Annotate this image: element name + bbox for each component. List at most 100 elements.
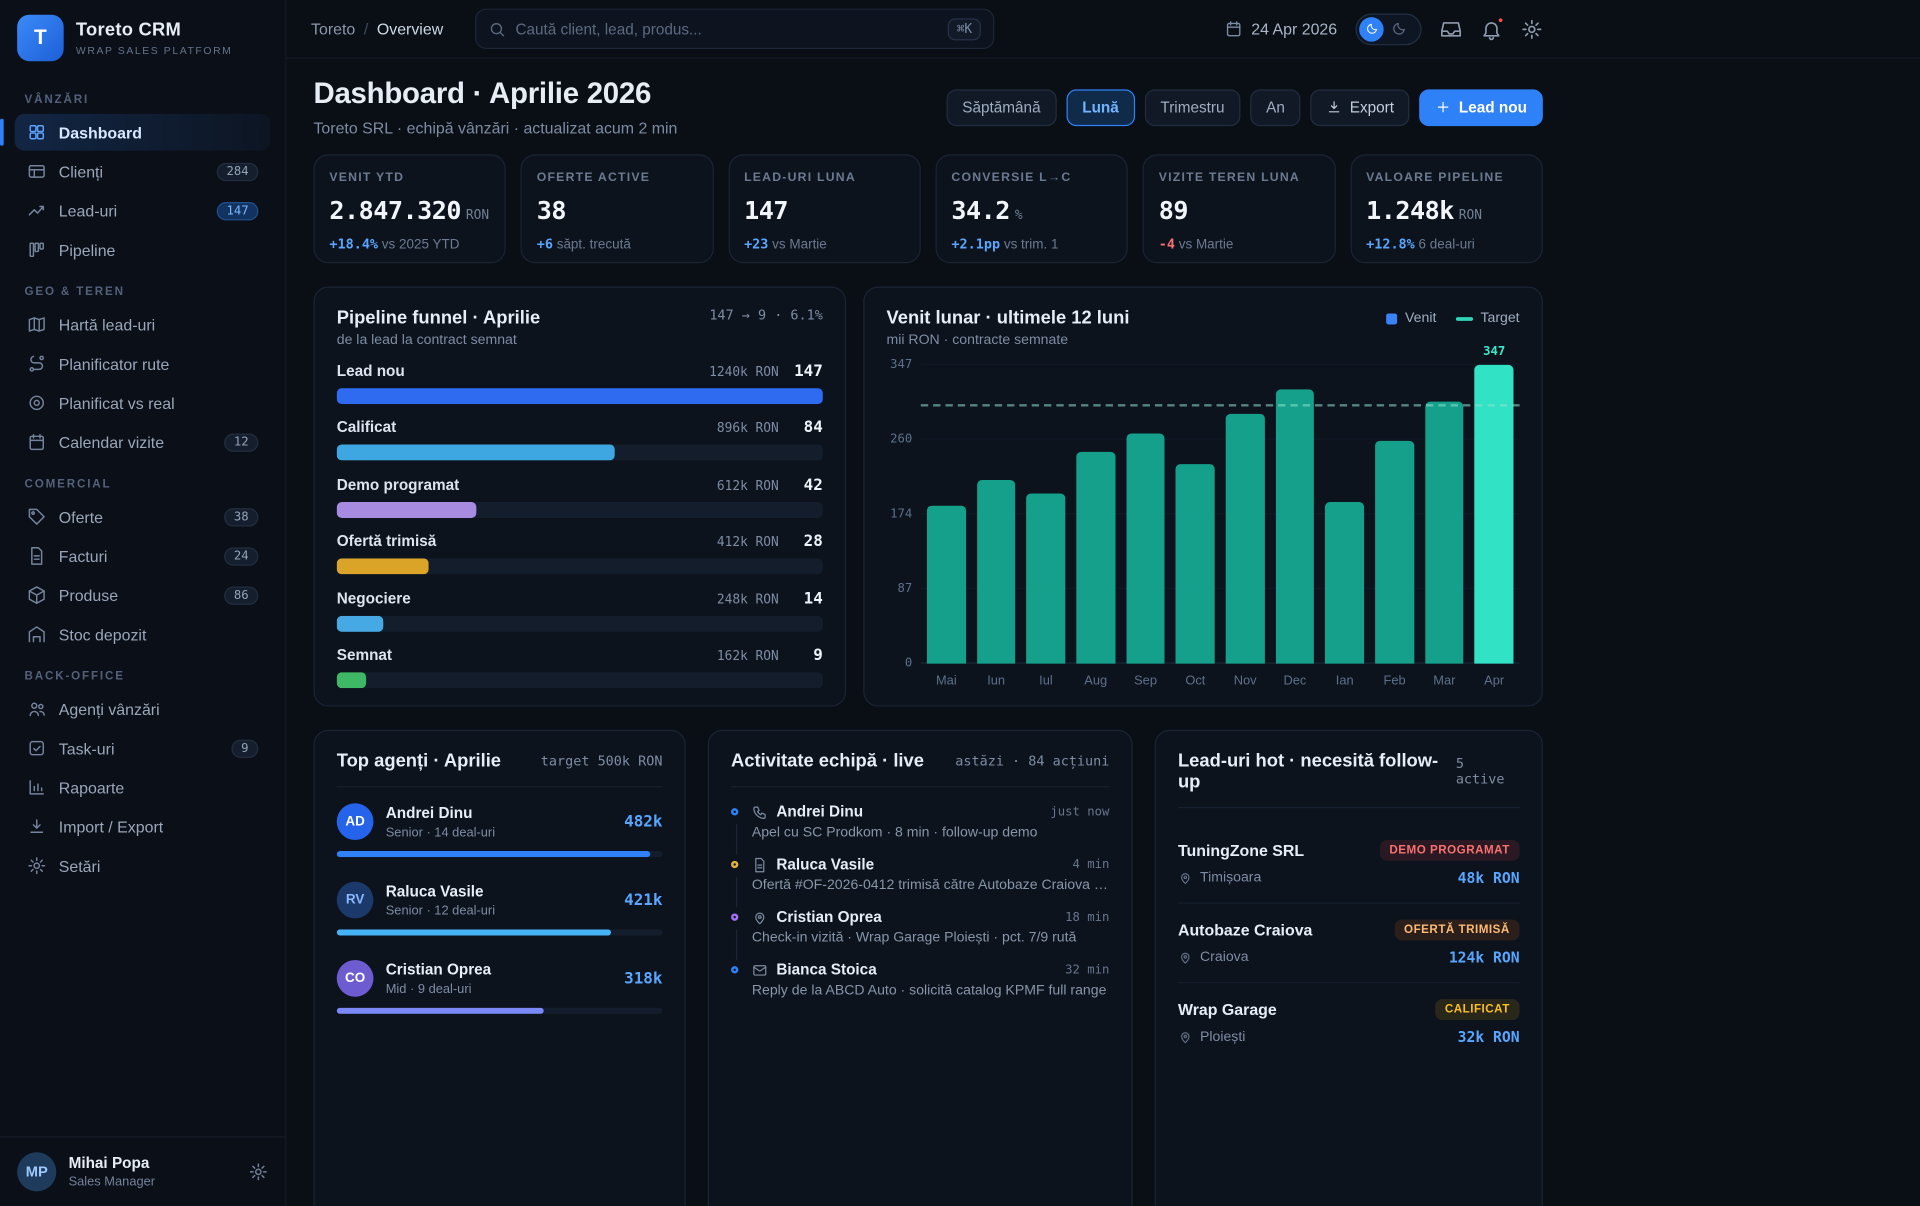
sidebar-item-label: Planificator rute — [59, 354, 170, 372]
sidebar: T Toreto CRM WRAP SALES PLATFORM VÂNZĂRI… — [0, 0, 287, 1206]
chart-body: 087174260347 347 — [887, 365, 1520, 664]
sidebar-item-set-ri[interactable]: Setări — [15, 847, 271, 884]
kpi-label: VENIT YTD — [329, 171, 490, 184]
stage-label: Demo programat — [337, 476, 459, 493]
user-card[interactable]: MP Mihai Popa Sales Manager — [0, 1136, 285, 1206]
bar-feb — [1375, 441, 1414, 664]
agent-meta: Senior · 14 deal-uri — [386, 825, 495, 840]
sidebar-badge: 38 — [224, 508, 258, 526]
revenue-chart-card: Venit lunar · ultimele 12 luni mii RON ·… — [863, 287, 1543, 707]
phone-icon — [752, 804, 768, 820]
kpi-card-lead-uri-luna: LEAD-URI LUNA147+23 vs Martie — [728, 154, 921, 263]
lead-name: Wrap Garage — [1178, 1000, 1277, 1018]
sidebar-item-hart-lead-uri[interactable]: Hartă lead-uri — [15, 306, 271, 343]
stage-label: Ofertă trimisă — [337, 533, 437, 550]
download-icon — [27, 817, 47, 837]
new-lead-button[interactable]: Lead nou — [1420, 89, 1543, 126]
period-tab-an[interactable]: An — [1250, 89, 1301, 126]
lead-row-wrap-garage[interactable]: Wrap GarageCALIFICATPloiești32k RON — [1178, 983, 1520, 1061]
user-role: Sales Manager — [69, 1174, 155, 1189]
y-tick: 260 — [890, 433, 912, 446]
kpi-delta: +2.1pp — [951, 236, 1000, 252]
sidebar-item-dashboard[interactable]: Dashboard — [15, 114, 271, 151]
agent-value: 482k — [624, 812, 662, 830]
sidebar-item-label: Import / Export — [59, 817, 163, 835]
activity-item-raluca-vasile[interactable]: Raluca Vasile4 minOfertă #OF-2026-0412 t… — [731, 856, 1109, 909]
activity-item-cristian-oprea[interactable]: Cristian Oprea18 minCheck-in vizită · Wr… — [731, 909, 1109, 962]
topbar-inner: Toreto / Overview ⌘K 24 Apr 2026 — [311, 9, 1543, 49]
sidebar-item-agen-i-v-nz-ri[interactable]: Agenți vânzări — [15, 691, 271, 728]
sidebar-item-oferte[interactable]: Oferte 38 — [15, 498, 271, 535]
y-tick: 174 — [890, 507, 912, 520]
stage-bar-fill — [337, 502, 476, 518]
sidebar-item-facturi[interactable]: Facturi24 — [15, 538, 271, 575]
lead-row-autobaze-craiova[interactable]: Autobaze CraiovaOFERTĂ TRIMISĂCraiova124… — [1178, 904, 1520, 984]
search-input[interactable] — [515, 20, 938, 37]
sidebar-item-import-export[interactable]: Import / Export — [15, 808, 271, 845]
tag-icon — [27, 507, 47, 527]
breadcrumb-root[interactable]: Toreto — [311, 20, 355, 38]
sidebar-item-label: Pipeline — [59, 241, 116, 259]
agent-row-cristian-oprea[interactable]: COCristian OpreaMid · 9 deal-uri318k — [337, 960, 663, 1014]
kpi-card-conversie-l-c: CONVERSIE L→C34.2%+2.1pp vs trim. 1 — [935, 154, 1128, 263]
sidebar-item-produse[interactable]: Produse86 — [15, 577, 271, 614]
bar-sep — [1126, 433, 1165, 664]
kpi-value: 147 — [744, 196, 788, 225]
sidebar-badge: 9 — [231, 739, 258, 757]
sidebar-item-planificat-vs-real[interactable]: Planificat vs real — [15, 384, 271, 421]
search-bar[interactable]: ⌘K — [475, 9, 994, 49]
kpi-unit: % — [1015, 208, 1023, 223]
sidebar-item-rapoarte[interactable]: Rapoarte — [15, 769, 271, 806]
bar-mai — [927, 506, 966, 664]
agent-row-andrei-dinu[interactable]: ADAndrei DinuSenior · 14 deal-uri482k — [337, 803, 663, 857]
agent-row-raluca-vasile[interactable]: RVRaluca VasileSenior · 12 deal-uri421k — [337, 882, 663, 936]
kpi-delta-note: vs trim. 1 — [1004, 238, 1059, 253]
period-tab-lun[interactable]: Lună — [1066, 89, 1134, 126]
mail-icon — [752, 962, 768, 978]
kpi-row: VENIT YTD2.847.320RON+18.4% vs 2025 YTDO… — [313, 154, 1542, 263]
legend-target: Target — [1456, 311, 1520, 326]
chart-bars: 347 — [921, 365, 1520, 664]
date-chip[interactable]: 24 Apr 2026 — [1224, 20, 1337, 38]
period-tab-trimestru[interactable]: Trimestru — [1144, 89, 1240, 126]
agents-list: ADAndrei DinuSenior · 14 deal-uri482kRVR… — [337, 803, 663, 1014]
bell-icon[interactable] — [1480, 18, 1502, 40]
sidebar-badge: 284 — [217, 162, 259, 180]
sidebar-item-label: Oferte — [59, 508, 103, 526]
funnel-stage-negociere: Negociere248k RON14 — [337, 590, 823, 632]
theme-toggle[interactable] — [1356, 13, 1422, 45]
kpi-label: OFERTE ACTIVE — [537, 171, 698, 184]
stage-bar-track — [337, 502, 823, 518]
lead-row-tuningzone-srl[interactable]: TuningZone SRLDEMO PROGRAMATTimișoara48k… — [1178, 824, 1520, 904]
kpi-label: VIZITE TEREN LUNA — [1159, 171, 1320, 184]
leads-meta: 5 active — [1456, 756, 1520, 788]
pin-icon — [1178, 1030, 1193, 1045]
stage-bar-fill — [337, 445, 615, 461]
sidebar-item-lead-uri[interactable]: Lead-uri147 — [15, 192, 271, 229]
sidebar-item-calendar-vizite[interactable]: Calendar vizite12 — [15, 424, 271, 461]
inbox-icon[interactable] — [1440, 18, 1462, 40]
chart-legend: VenitTarget — [1387, 311, 1520, 326]
sidebar-item-clien-i[interactable]: Clienți284 — [15, 153, 271, 190]
export-button[interactable]: Export — [1311, 89, 1410, 126]
sidebar-item-pipeline[interactable]: Pipeline — [15, 231, 271, 268]
funnel-stage-lead-nou: Lead nou1240k RON147 — [337, 362, 823, 404]
pin-icon — [1178, 950, 1193, 965]
period-tab-s-pt-m-n[interactable]: Săptămână — [946, 89, 1056, 126]
activity-item-andrei-dinu[interactable]: Andrei Dinujust nowApel cu SC Prodkom · … — [731, 803, 1109, 856]
gear-icon[interactable] — [1521, 18, 1543, 40]
user-settings-icon[interactable] — [249, 1162, 269, 1182]
chart-title: Venit lunar · ultimele 12 luni — [887, 307, 1130, 328]
activity-item-bianca-stoica[interactable]: Bianca Stoica32 minReply de la ABCD Auto… — [731, 961, 1109, 1014]
sidebar-item-stoc-depozit[interactable]: Stoc depozit — [15, 616, 271, 653]
agent-progress-track — [337, 1008, 663, 1014]
lead-city: Ploiești — [1200, 1030, 1245, 1045]
kpi-delta-note: vs Martie — [772, 238, 827, 253]
sidebar-item-task-uri[interactable]: Task-uri9 — [15, 730, 271, 767]
sidebar-item-planificator-rute[interactable]: Planificator rute — [15, 345, 271, 382]
sidebar-badge: 12 — [224, 433, 258, 451]
agent-meta: Senior · 12 deal-uri — [386, 903, 495, 918]
kpi-unit: RON — [466, 208, 489, 223]
activity-time: 32 min — [1065, 963, 1109, 976]
lead-city: Timișoara — [1200, 871, 1261, 886]
